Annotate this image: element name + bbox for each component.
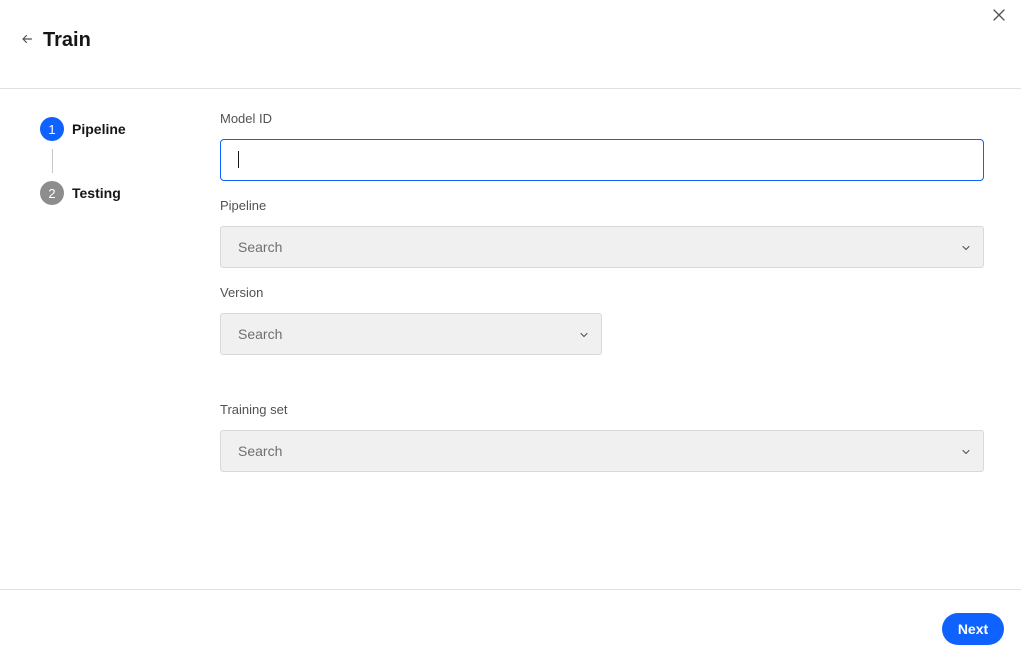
chevron-down-icon [579,330,589,340]
dialog-header: Train [0,0,1021,89]
dialog-footer [0,589,1021,669]
train-dialog: Train 1 Pipeline 2 Testing Model ID Pipe… [0,0,1021,669]
back-button[interactable] [17,31,37,51]
step-pipeline[interactable]: 1 Pipeline [40,117,126,141]
chevron-down-icon [961,447,971,457]
version-label: Version [220,285,264,300]
step-number-badge: 1 [40,117,64,141]
model-id-input[interactable] [220,139,984,181]
pipeline-select-placeholder: Search [238,239,283,255]
step-label: Pipeline [72,121,126,137]
model-id-label: Model ID [220,111,273,126]
pipeline-select[interactable]: Search [220,226,984,268]
version-select[interactable]: Search [220,313,602,355]
training-set-select[interactable]: Search [220,430,984,472]
training-set-select-placeholder: Search [238,443,283,459]
dialog-title: Train [43,29,91,51]
close-icon [993,8,1005,26]
step-label: Testing [72,185,121,201]
version-select-placeholder: Search [238,326,283,342]
step-testing[interactable]: 2 Testing [40,181,121,205]
next-button[interactable]: Next [942,613,1004,645]
pipeline-label: Pipeline [220,198,267,213]
step-number-badge: 2 [40,181,64,205]
close-button[interactable] [988,6,1010,28]
chevron-down-icon [961,243,971,253]
training-set-label: Training set [220,402,288,417]
arrow-left-icon [21,32,33,50]
text-cursor [238,151,239,168]
step-connector [52,149,53,173]
